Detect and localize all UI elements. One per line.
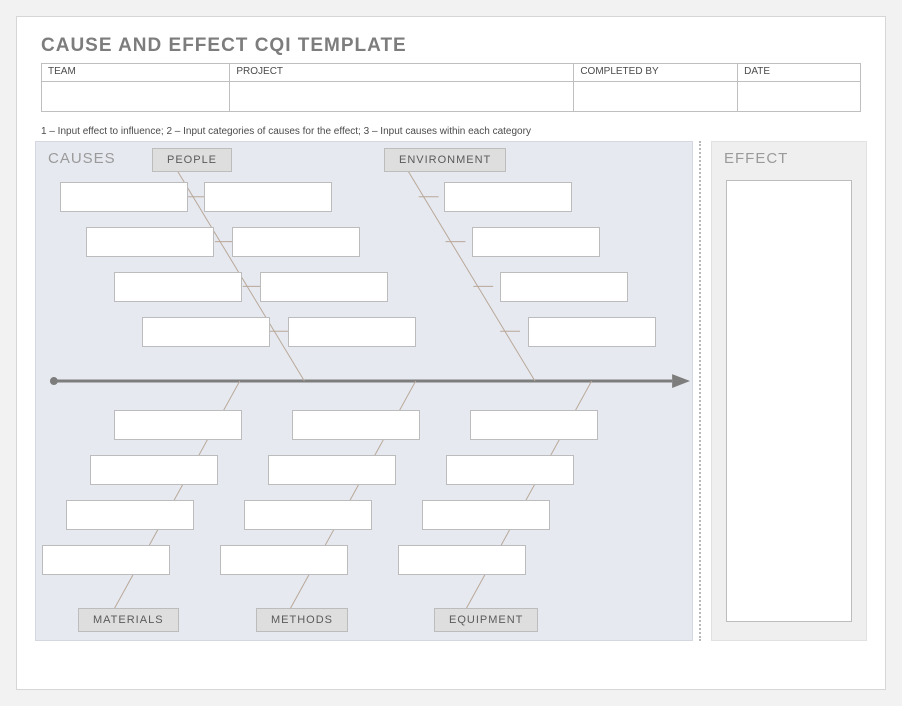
- category-label-equipment[interactable]: EQUIPMENT: [434, 608, 538, 632]
- project-input[interactable]: [236, 82, 567, 111]
- cause-box: [444, 182, 572, 212]
- category-label-materials[interactable]: MATERIALS: [78, 608, 179, 632]
- effect-box: [726, 180, 852, 622]
- cause-box: [142, 317, 270, 347]
- category-label-environment[interactable]: ENVIRONMENT: [384, 148, 506, 172]
- cause-box: [42, 545, 170, 575]
- cause-box: [500, 272, 628, 302]
- cause-input[interactable]: [221, 546, 347, 574]
- cause-box: [528, 317, 656, 347]
- date-input[interactable]: [744, 82, 854, 111]
- cause-input[interactable]: [423, 501, 549, 529]
- effect-heading: EFFECT: [724, 150, 854, 167]
- team-input[interactable]: [48, 82, 223, 111]
- category-label-methods[interactable]: METHODS: [256, 608, 348, 632]
- cause-box: [288, 317, 416, 347]
- cause-box: [260, 272, 388, 302]
- cause-box: [470, 410, 598, 440]
- cause-input[interactable]: [115, 273, 241, 301]
- cause-input[interactable]: [87, 228, 213, 256]
- cause-box: [244, 500, 372, 530]
- cause-input[interactable]: [269, 456, 395, 484]
- cause-box: [220, 545, 348, 575]
- category-label-people[interactable]: PEOPLE: [152, 148, 232, 172]
- cause-box: [60, 182, 188, 212]
- page-title: CAUSE AND EFFECT CQI TEMPLATE: [41, 35, 861, 57]
- cause-input[interactable]: [529, 318, 655, 346]
- causes-heading: CAUSES: [48, 150, 680, 167]
- cause-input[interactable]: [293, 411, 419, 439]
- cause-input[interactable]: [445, 183, 571, 211]
- cause-input[interactable]: [43, 546, 169, 574]
- panel-divider: [699, 141, 711, 641]
- cause-box: [292, 410, 420, 440]
- cause-input[interactable]: [91, 456, 217, 484]
- cause-input[interactable]: [233, 228, 359, 256]
- cause-input[interactable]: [261, 273, 387, 301]
- cause-box: [204, 182, 332, 212]
- team-header: TEAM: [42, 64, 230, 82]
- project-header: PROJECT: [230, 64, 574, 82]
- cause-box: [268, 455, 396, 485]
- template-sheet: CAUSE AND EFFECT CQI TEMPLATE TEAM PROJE…: [16, 16, 886, 690]
- cause-input[interactable]: [205, 183, 331, 211]
- diagram-row: CAUSES: [35, 141, 867, 641]
- completed-input[interactable]: [580, 82, 731, 111]
- cause-input[interactable]: [289, 318, 415, 346]
- completed-header: COMPLETED BY: [574, 64, 738, 82]
- cause-input[interactable]: [115, 411, 241, 439]
- cause-input[interactable]: [471, 411, 597, 439]
- meta-table: TEAM PROJECT COMPLETED BY DATE: [41, 63, 861, 112]
- cause-input[interactable]: [67, 501, 193, 529]
- cause-box: [114, 272, 242, 302]
- cause-input[interactable]: [447, 456, 573, 484]
- cause-input[interactable]: [399, 546, 525, 574]
- cause-box: [232, 227, 360, 257]
- cause-input[interactable]: [245, 501, 371, 529]
- cause-box: [398, 545, 526, 575]
- effect-input[interactable]: [727, 181, 851, 621]
- instructions-text: 1 – Input effect to influence; 2 – Input…: [41, 126, 861, 137]
- cause-box: [66, 500, 194, 530]
- effect-panel: EFFECT: [711, 141, 867, 641]
- cause-box: [90, 455, 218, 485]
- cause-input[interactable]: [501, 273, 627, 301]
- cause-input[interactable]: [61, 183, 187, 211]
- cause-box: [422, 500, 550, 530]
- causes-panel: CAUSES: [35, 141, 693, 641]
- cause-input[interactable]: [473, 228, 599, 256]
- date-header: DATE: [738, 64, 861, 82]
- cause-box: [472, 227, 600, 257]
- cause-box: [114, 410, 242, 440]
- cause-input[interactable]: [143, 318, 269, 346]
- cause-box: [86, 227, 214, 257]
- cause-box: [446, 455, 574, 485]
